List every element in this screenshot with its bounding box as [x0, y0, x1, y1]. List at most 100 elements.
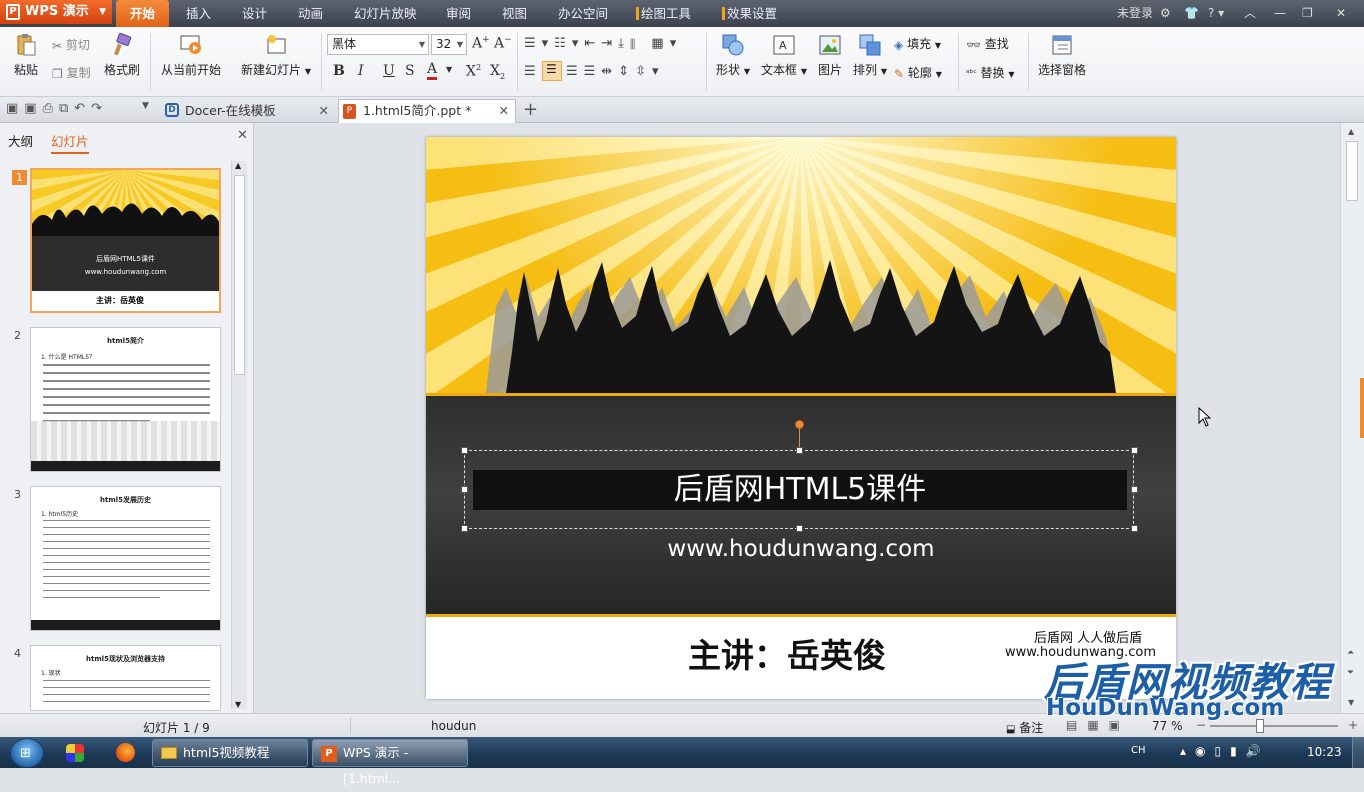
replace-button[interactable]: ᵃᵇᶜ 替换 ▼ — [966, 64, 1015, 81]
selection-pane-button[interactable]: 选择窗格 — [1034, 33, 1090, 78]
chevron-down-icon[interactable]: ▼ — [446, 65, 452, 74]
prev-slide-icon[interactable]: ⏶ — [1347, 648, 1354, 658]
paste-button[interactable]: 粘贴 — [8, 33, 44, 78]
tab-slides[interactable]: 幻灯片 — [51, 131, 89, 154]
settings-gear-icon[interactable]: ⚙ — [1160, 0, 1171, 27]
scrollbar-thumb[interactable] — [1346, 141, 1358, 201]
resize-handle[interactable] — [461, 486, 468, 493]
menu-insert[interactable]: 插入 — [186, 0, 211, 27]
resize-handle[interactable] — [796, 525, 803, 532]
taskbar-folder-window[interactable]: html5视频教程 — [152, 739, 308, 767]
scroll-up-icon[interactable]: ▲ — [235, 161, 241, 170]
slide-corner-slogan[interactable]: 后盾网 人人做后盾 — [1034, 627, 1142, 646]
menu-view[interactable]: 视图 — [502, 0, 527, 27]
menu-review[interactable]: 审阅 — [446, 0, 471, 27]
close-tab-icon[interactable]: ✕ — [319, 100, 329, 122]
next-slide-icon[interactable]: ⏷ — [1347, 668, 1354, 678]
slide-title[interactable]: 后盾网HTML5课件 — [465, 470, 1135, 510]
tab-outline[interactable]: 大纲 — [8, 131, 33, 150]
scroll-down-icon[interactable]: ▼ — [1348, 698, 1354, 707]
scroll-up-icon[interactable]: ▲ — [1348, 127, 1354, 136]
new-tab-plus-icon[interactable]: + — [523, 99, 538, 120]
picture-button[interactable]: 图片 — [814, 33, 846, 78]
menu-office-space[interactable]: 办公空间 — [558, 0, 608, 27]
rotate-handle[interactable] — [795, 420, 804, 429]
font-size-select[interactable]: 32 ▼ — [431, 34, 467, 55]
minimize-icon[interactable]: — — [1274, 0, 1286, 27]
taskbar-wps-window[interactable]: P WPS 演示 - [1.html... — [312, 739, 468, 786]
close-tab-icon[interactable]: ✕ — [499, 100, 509, 122]
shape-button[interactable]: 形状 ▼ — [712, 33, 754, 78]
input-method-indicator[interactable]: CH — [1131, 745, 1146, 756]
editor-vertical-scrollbar[interactable]: ▲ ⏶ ⏷ ▼ — [1340, 123, 1364, 713]
menu-drawing-tools[interactable]: 绘图工具 — [636, 0, 691, 27]
quick-access-icons[interactable]: ▣▣⎙⧉↶↷ — [6, 101, 108, 116]
skin-shirt-icon[interactable]: 👕 — [1184, 0, 1199, 27]
superscript-icon[interactable]: X2 — [466, 63, 481, 80]
scroll-down-icon[interactable]: ▼ — [235, 700, 241, 709]
zoom-in-icon[interactable]: + — [1348, 718, 1358, 732]
thumbnail-scrollbar[interactable]: ▲ ▼ — [231, 161, 247, 709]
slide-speaker[interactable]: 主讲：岳英俊 — [688, 629, 886, 677]
slide-thumbnail-4[interactable]: html5现状及浏览器支持 1. 现状 — [30, 645, 221, 711]
start-button[interactable]: ⊞ — [10, 738, 44, 768]
title-text-box[interactable]: 后盾网HTML5课件 — [461, 447, 1138, 532]
bold-icon[interactable]: B — [333, 63, 345, 79]
collapse-ribbon-icon[interactable]: ︿ — [1244, 0, 1256, 27]
clock[interactable]: 10:23 — [1307, 745, 1342, 759]
tab-docer-templates[interactable]: D Docer-在线模板 ✕ — [160, 99, 336, 123]
new-slide-button[interactable]: 新建幻灯片 ▼ — [238, 33, 314, 78]
resize-handle[interactable] — [1131, 525, 1138, 532]
from-current-slide-button[interactable]: 从当前开始 — [158, 33, 224, 78]
shadow-text-icon[interactable]: S — [405, 63, 415, 79]
login-status[interactable]: 未登录 — [1117, 0, 1153, 27]
paragraph-list-icons[interactable]: ☰▾☷▾⇤⇥⤓⦀ ▦▾ — [524, 36, 682, 51]
scrollbar-thumb[interactable] — [234, 175, 245, 375]
slide-thumbnail-2[interactable]: html5简介 1. 什么是 HTML5？ — [30, 327, 221, 472]
zoom-slider[interactable] — [1210, 719, 1338, 733]
slide-canvas[interactable]: 后盾网HTML5课件 www.houdunwang.com 主讲：岳英俊 后盾网… — [426, 137, 1176, 699]
italic-icon[interactable]: I — [358, 63, 364, 79]
align-left-icon[interactable]: ☰ — [524, 64, 536, 79]
menu-animation[interactable]: 动画 — [298, 0, 323, 27]
fill-button[interactable]: ◈ 填充 ▼ — [894, 35, 941, 52]
resize-handle[interactable] — [1131, 486, 1138, 493]
tab-current-document[interactable]: P 1.html5简介.ppt * ✕ — [338, 99, 516, 123]
quick-access-more-icon[interactable]: ▼ — [142, 101, 149, 111]
tray-icons[interactable]: ▴◉▯▮🔊 — [1180, 744, 1270, 758]
menu-slideshow[interactable]: 幻灯片放映 — [354, 0, 417, 27]
font-name-select[interactable]: 黑体 ▼ — [327, 34, 429, 55]
app-menu-button[interactable]: P WPS 演示 ▼ — [0, 0, 112, 24]
underline-icon[interactable]: U — [383, 63, 395, 79]
copy-button[interactable]: ❐ 复制 — [52, 64, 91, 81]
menu-effect-settings[interactable]: 效果设置 — [722, 0, 777, 27]
textbox-button[interactable]: A 文本框 ▼ — [760, 33, 808, 78]
outline-button[interactable]: ✎ 轮廓 ▼ — [894, 64, 942, 81]
cut-button[interactable]: ✂ 剪切 — [52, 36, 90, 53]
firefox-icon[interactable] — [116, 743, 135, 762]
resize-handle[interactable] — [461, 525, 468, 532]
slide-thumbnail-1[interactable]: 后盾网HTML5课件 www.houdunwang.com 主讲：岳英俊 — [30, 168, 221, 313]
close-panel-icon[interactable]: ✕ — [237, 128, 248, 143]
help-icon[interactable]: ? ▾ — [1208, 0, 1224, 27]
app-pin-360-icon[interactable] — [66, 744, 84, 762]
subscript-icon[interactable]: X2 — [490, 63, 505, 81]
align-center-icon[interactable]: ☰ — [542, 61, 562, 81]
zoom-slider-thumb[interactable] — [1256, 719, 1264, 733]
show-desktop-button[interactable] — [1352, 737, 1364, 768]
resize-handle[interactable] — [461, 447, 468, 454]
resize-handle[interactable] — [1131, 447, 1138, 454]
notes-button[interactable]: ⬓ 备注 — [1006, 719, 1043, 736]
menu-design[interactable]: 设计 — [242, 0, 267, 27]
resize-handle[interactable] — [796, 447, 803, 454]
restore-icon[interactable]: ❐ — [1302, 0, 1313, 27]
slide-url[interactable]: www.houdunwang.com — [426, 536, 1176, 562]
shrink-font-icon[interactable]: A− — [494, 35, 512, 52]
zoom-level[interactable]: 77 % — [1152, 719, 1183, 733]
alignment-more-icons[interactable]: ☰☰⇹⇕⇳▾ — [566, 64, 665, 79]
find-button[interactable]: 👓 查找 — [966, 35, 1009, 52]
slide-thumbnail-3[interactable]: html5发展历史 1. html5历史 — [30, 486, 221, 631]
close-icon[interactable]: ✕ — [1336, 0, 1346, 27]
arrange-button[interactable]: 排列 ▼ — [850, 33, 890, 78]
grow-font-icon[interactable]: A+ — [472, 35, 490, 52]
